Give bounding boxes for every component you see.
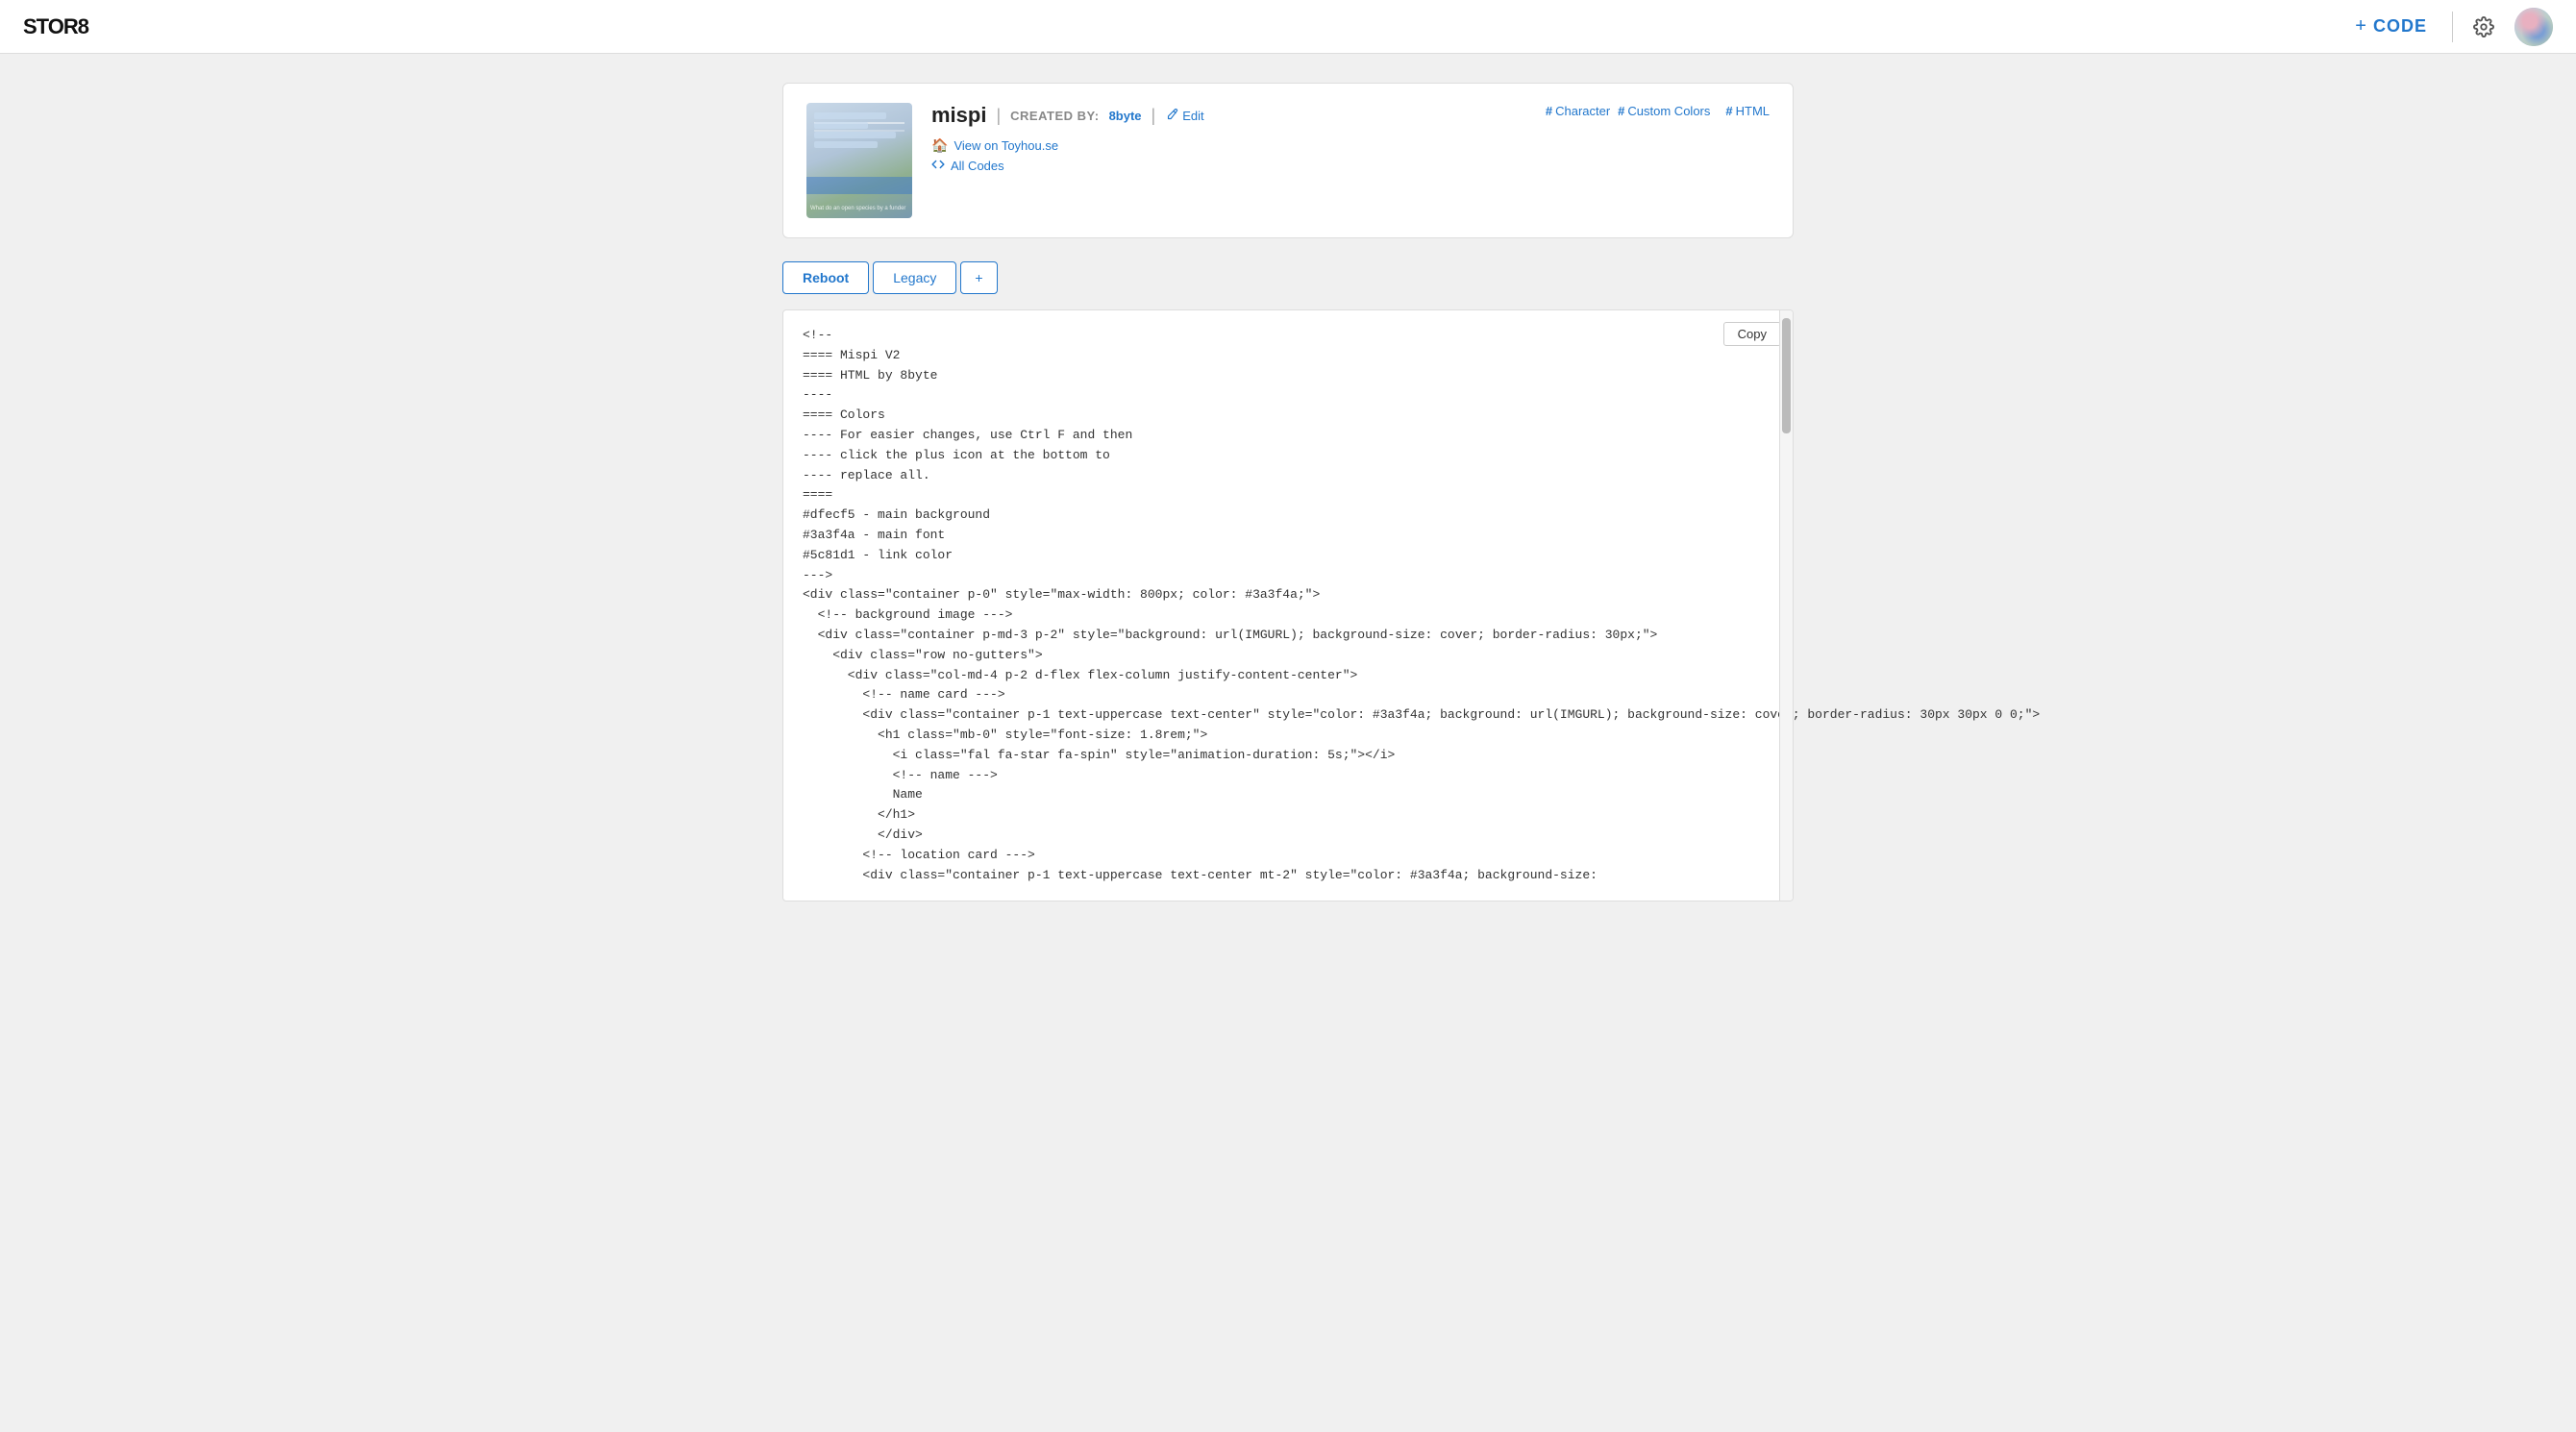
tab-reboot-label: Reboot [803, 270, 849, 285]
toyhouse-link-label: View on Toyhou.se [954, 138, 1058, 153]
thumbnail-inner: What do an open species by a funder [806, 103, 912, 218]
character-card: What do an open species by a funder misp… [782, 83, 1794, 238]
character-links: 🏠 View on Toyhou.se All Codes [931, 137, 1526, 174]
scrollbar-track[interactable] [1779, 310, 1793, 901]
app-logo: STOR8 [23, 14, 2345, 39]
tag-html-label: HTML [1736, 104, 1770, 118]
code-brackets-icon [931, 158, 945, 174]
character-name: mispi [931, 103, 986, 128]
thumbnail-blue-bar [806, 177, 912, 194]
tag-custom-colors[interactable]: # Custom Colors [1618, 103, 1710, 118]
settings-gear-icon[interactable] [2468, 12, 2499, 42]
creator-separator: | [1152, 106, 1156, 126]
thumbnail-text: What do an open species by a funder [810, 206, 905, 213]
nav-divider [2452, 12, 2453, 42]
code-container: Copy <!-- ==== Mispi V2 ==== HTML by 8by… [782, 309, 1794, 901]
tabs-row: Reboot Legacy + [782, 261, 1794, 294]
main-content: What do an open species by a funder misp… [759, 54, 1817, 930]
character-name-row: mispi | CREATED BY: 8byte | Edit [931, 103, 1526, 128]
thumbnail-lines [814, 112, 904, 151]
plus-icon: + [2355, 15, 2367, 37]
name-separator: | [996, 106, 1001, 126]
code-label: CODE [2373, 16, 2427, 37]
thumb-line-2 [814, 122, 868, 129]
tag-character-label: Character [1555, 104, 1610, 118]
all-codes-label: All Codes [951, 159, 1004, 173]
nav-right: + CODE [2345, 8, 2553, 46]
tab-add[interactable]: + [960, 261, 997, 294]
avatar-image [2514, 8, 2553, 46]
thumb-line-3 [814, 132, 896, 138]
creator-link[interactable]: 8byte [1109, 109, 1142, 123]
code-button[interactable]: + CODE [2345, 10, 2437, 43]
edit-label: Edit [1182, 109, 1203, 123]
tag-custom-colors-label: Custom Colors [1627, 104, 1710, 118]
toyhouse-link[interactable]: 🏠 View on Toyhou.se [931, 137, 1526, 154]
tag-html[interactable]: # HTML [1725, 103, 1770, 118]
tab-legacy[interactable]: Legacy [873, 261, 956, 294]
all-codes-link[interactable]: All Codes [931, 158, 1526, 174]
tag-character[interactable]: # Character [1546, 103, 1610, 118]
house-icon: 🏠 [931, 137, 948, 154]
tab-add-label: + [975, 270, 982, 285]
copy-label: Copy [1738, 327, 1767, 341]
character-info: mispi | CREATED BY: 8byte | Edit 🏠 View … [931, 103, 1526, 174]
edit-button[interactable]: Edit [1165, 109, 1203, 123]
thumb-line-4 [814, 141, 878, 148]
created-by-label: CREATED BY: [1010, 109, 1099, 123]
character-thumbnail: What do an open species by a funder [806, 103, 912, 218]
thumb-line-1 [814, 112, 886, 119]
user-avatar[interactable] [2514, 8, 2553, 46]
edit-icon [1165, 109, 1178, 122]
scrollbar-thumb [1782, 318, 1791, 433]
copy-button[interactable]: Copy [1723, 322, 1781, 346]
tab-legacy-label: Legacy [893, 270, 936, 285]
character-tags: # Character # Custom Colors # HTML [1546, 103, 1770, 118]
top-navigation: STOR8 + CODE [0, 0, 2576, 54]
tab-reboot[interactable]: Reboot [782, 261, 869, 294]
code-content: <!-- ==== Mispi V2 ==== HTML by 8byte --… [803, 326, 1773, 885]
